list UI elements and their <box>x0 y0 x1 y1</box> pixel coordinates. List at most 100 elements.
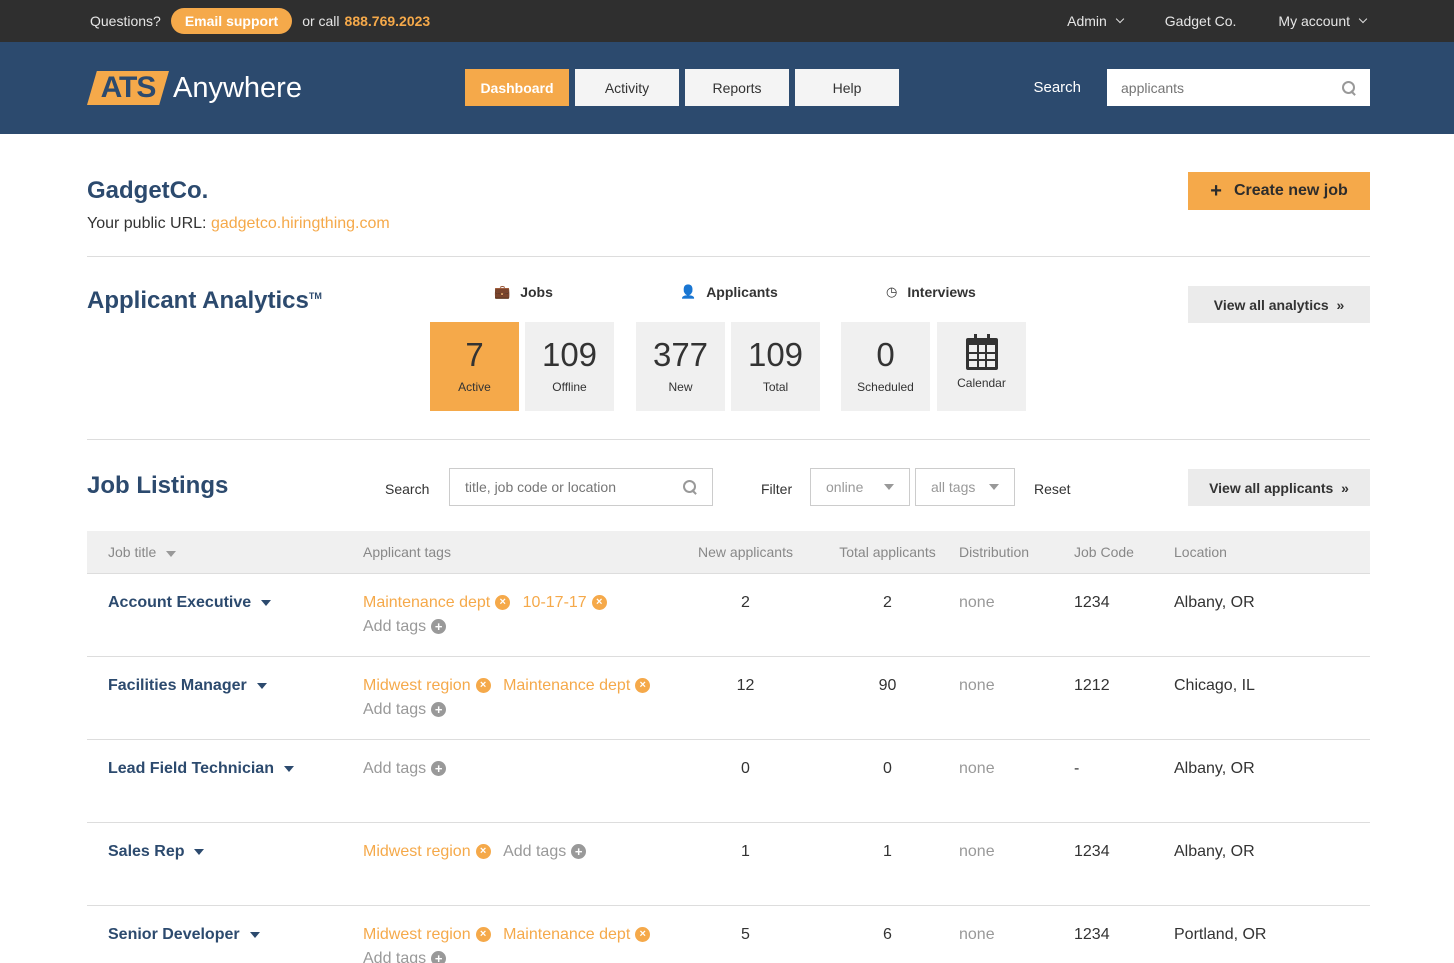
applicant-tag[interactable]: 10-17-17 × <box>523 594 607 612</box>
view-all-applicants-button[interactable]: View all applicants » <box>1188 469 1370 506</box>
add-tags-button[interactable]: Add tags + <box>503 843 587 861</box>
add-tags-button[interactable]: Add tags + <box>363 760 447 778</box>
caret-down-icon[interactable] <box>249 931 260 938</box>
remove-tag-icon[interactable]: × <box>591 595 607 610</box>
job-listings-table: Job title Applicant tags New applicants … <box>87 531 1370 963</box>
new-applicants-cell[interactable]: 1 <box>675 822 816 906</box>
nav-activity[interactable]: Activity <box>575 69 679 106</box>
interviews-group-label: Interviews <box>907 284 976 300</box>
stat-new-applicants[interactable]: 377 New <box>636 322 725 411</box>
caret-down-icon[interactable] <box>194 848 205 855</box>
admin-menu[interactable]: Admin <box>1067 13 1125 29</box>
applicant-tag[interactable]: Midwest region × <box>363 926 491 944</box>
listings-search-input[interactable] <box>465 479 683 495</box>
job-listings-title: Job Listings <box>87 472 229 499</box>
remove-tag-icon[interactable]: × <box>475 927 491 942</box>
header-search-box <box>1107 69 1370 106</box>
total-applicants-cell[interactable]: 6 <box>816 905 959 963</box>
new-applicants-cell[interactable]: 2 <box>675 573 816 657</box>
stat-calendar[interactable]: Calendar <box>937 322 1026 411</box>
nav-dashboard[interactable]: Dashboard <box>465 69 569 106</box>
new-applicants-cell[interactable]: 5 <box>675 905 816 963</box>
remove-tag-icon[interactable]: × <box>635 927 651 942</box>
caret-down-icon <box>989 484 999 490</box>
applicant-tag[interactable]: Midwest region × <box>363 843 491 861</box>
logo-ats: ATS <box>87 71 169 105</box>
total-applicants-cell[interactable]: 2 <box>816 573 959 657</box>
header-search-input[interactable] <box>1121 79 1342 96</box>
table-row: Senior Developer Midwest region × Mainten… <box>87 905 1370 963</box>
column-header-applicant-tags: Applicant tags <box>363 531 675 574</box>
job-title-cell: Account Executive <box>87 573 363 657</box>
remove-tag-icon[interactable]: × <box>475 844 491 859</box>
public-url-link[interactable]: gadgetco.hiringthing.com <box>211 215 390 232</box>
applicant-tag[interactable]: Maintenance dept × <box>503 677 651 695</box>
remove-tag-icon[interactable]: × <box>635 678 651 693</box>
location-cell: Chicago, IL <box>1174 656 1370 740</box>
column-header-total-applicants: Total applicants <box>816 531 959 574</box>
my-account-menu[interactable]: My account <box>1278 13 1368 29</box>
stat-number: 377 <box>652 336 709 373</box>
add-tags-button[interactable]: Add tags + <box>363 618 447 636</box>
status-filter-select[interactable]: online <box>810 468 910 506</box>
sort-caret-icon <box>166 550 177 557</box>
applicant-tag[interactable]: Maintenance dept × <box>503 926 651 944</box>
distribution-cell: none <box>959 905 1074 963</box>
total-applicants-cell[interactable]: 1 <box>816 822 959 906</box>
job-title-link[interactable]: Lead Field Technician <box>108 760 294 778</box>
logo[interactable]: ATS Anywhere <box>87 71 302 105</box>
distribution-cell: none <box>959 739 1074 823</box>
job-title-link[interactable]: Senior Developer <box>108 926 260 944</box>
caret-down-icon[interactable] <box>283 765 294 772</box>
applicant-tag[interactable]: Midwest region × <box>363 677 491 695</box>
column-header-job-title[interactable]: Job title <box>87 531 363 574</box>
tag-label: Midwest region <box>363 842 471 860</box>
add-tags-button[interactable]: Add tags + <box>363 950 447 963</box>
caret-down-icon[interactable] <box>261 599 272 606</box>
chevron-down-icon <box>1358 14 1368 24</box>
add-tags-button[interactable]: Add tags + <box>363 701 447 719</box>
tag-list: Midwest region × Maintenance dept × <box>363 677 675 695</box>
job-title-link[interactable]: Sales Rep <box>108 843 205 861</box>
create-new-job-button[interactable]: + Create new job <box>1188 172 1370 210</box>
remove-tag-icon[interactable]: × <box>495 595 511 610</box>
job-title-text: Senior Developer <box>108 925 240 943</box>
caret-down-icon[interactable] <box>256 682 267 689</box>
company-link[interactable]: Gadget Co. <box>1165 13 1237 29</box>
nav-reports[interactable]: Reports <box>685 69 789 106</box>
new-applicants-cell[interactable]: 0 <box>675 739 816 823</box>
job-listings-header: Job Listings Search Filter online all ta… <box>87 440 1370 531</box>
reset-filters-button[interactable]: Reset <box>1034 481 1071 497</box>
view-all-analytics-label: View all analytics <box>1213 296 1329 313</box>
job-code-cell: 1212 <box>1074 656 1174 740</box>
job-title-link[interactable]: Account Executive <box>108 593 272 612</box>
email-support-button[interactable]: Email support <box>170 8 293 34</box>
job-code-cell: 1234 <box>1074 905 1174 963</box>
stat-label: Scheduled <box>857 380 914 394</box>
stat-active-jobs[interactable]: 7 Active <box>430 322 519 411</box>
applicant-tags-cell: Midwest region × Add tags + <box>363 822 675 906</box>
main-header: ATS Anywhere Dashboard Activity Reports … <box>0 42 1454 134</box>
stat-scheduled-interviews[interactable]: 0 Scheduled <box>841 322 930 411</box>
view-all-analytics-button[interactable]: View all analytics » <box>1188 286 1370 323</box>
new-applicants-cell[interactable]: 12 <box>675 656 816 740</box>
utility-bar: Questions? Email support or call 888.769… <box>0 0 1454 42</box>
applicant-tag[interactable]: Maintenance dept × <box>363 594 511 612</box>
applicant-analytics: Applicant AnalyticsTM 💼 Jobs 👤 Applicant… <box>87 257 1370 440</box>
stat-number: 7 <box>465 336 484 373</box>
job-title-text: Account Executive <box>108 593 252 611</box>
search-icon[interactable] <box>1342 80 1356 95</box>
total-applicants-cell[interactable]: 90 <box>816 656 959 740</box>
stat-offline-jobs[interactable]: 109 Offline <box>525 322 614 411</box>
remove-tag-icon[interactable]: × <box>475 678 491 693</box>
search-icon[interactable] <box>683 480 697 494</box>
company-name: GadgetCo. <box>87 177 209 204</box>
location-cell: Portland, OR <box>1174 905 1370 963</box>
phone-link[interactable]: 888.769.2023 <box>345 13 431 29</box>
job-title-link[interactable]: Facilities Manager <box>108 677 267 695</box>
stat-total-applicants[interactable]: 109 Total <box>731 322 820 411</box>
total-applicants-cell[interactable]: 0 <box>816 739 959 823</box>
column-header-location: Location <box>1174 531 1370 574</box>
nav-help[interactable]: Help <box>795 69 899 106</box>
tags-filter-select[interactable]: all tags <box>915 468 1015 506</box>
